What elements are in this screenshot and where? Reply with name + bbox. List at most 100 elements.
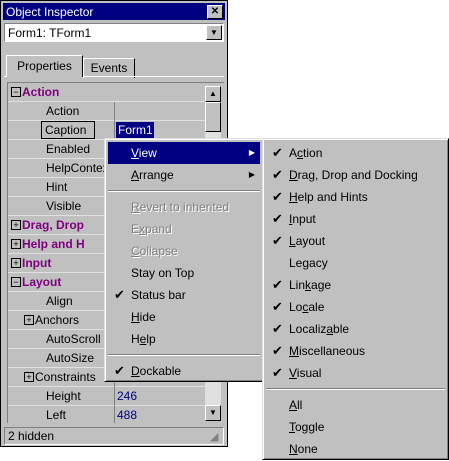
chevron-down-icon[interactable]: ▼	[206, 25, 222, 40]
submenu-arrow-icon: ▶	[248, 170, 255, 179]
check-icon: ✔	[272, 145, 283, 160]
window-title: Object Inspector	[6, 5, 94, 19]
menu-item-help[interactable]: Help	[108, 328, 260, 350]
view-item-drag-drop-and-docking[interactable]: ✔ Drag, Drop and Docking	[266, 164, 445, 186]
expand-icon[interactable]: +	[11, 219, 21, 230]
menu-item-status-bar[interactable]: ✔ Status bar	[108, 284, 260, 306]
category-row-action[interactable]: − Action	[8, 83, 206, 102]
view-item-linkage[interactable]: ✔ Linkage	[266, 274, 445, 296]
scroll-down-button[interactable]: ▼	[205, 405, 221, 421]
view-item-input[interactable]: ✔ Input	[266, 208, 445, 230]
menu-item-revert-to-inherited[interactable]: Revert to inherited	[108, 196, 260, 218]
menu-item-label: Stay on Top	[131, 266, 195, 280]
view-item-help-and-hints[interactable]: ✔ Help and Hints	[266, 186, 445, 208]
property-name: − Action	[11, 85, 59, 99]
submenu-arrow-icon: ▶	[248, 148, 255, 157]
property-name: Action	[46, 104, 80, 118]
view-item-label: None	[289, 442, 318, 456]
property-row-height[interactable]: Height 246	[8, 387, 206, 406]
view-item-layout[interactable]: ✔ Layout	[266, 230, 445, 252]
view-item-none[interactable]: None	[266, 438, 445, 460]
menu-separator	[108, 354, 260, 356]
property-name: + Help and H	[11, 237, 85, 251]
property-name: Visible	[46, 199, 82, 213]
view-item-label: Localizable	[289, 322, 350, 336]
caption-value-editor[interactable]: Form1	[116, 122, 154, 138]
check-icon: ✔	[272, 167, 283, 182]
menu-item-collapse[interactable]: Collapse	[108, 240, 260, 262]
view-item-localizable[interactable]: ✔ Localizable	[266, 318, 445, 340]
view-item-miscellaneous[interactable]: ✔ Miscellaneous	[266, 340, 445, 362]
check-icon: ✔	[272, 321, 283, 336]
property-name: Left	[46, 408, 67, 422]
property-name: Caption	[41, 121, 96, 139]
check-icon: ✔	[272, 365, 283, 380]
tab-events[interactable]: Events	[83, 58, 135, 78]
view-item-label: Input	[289, 212, 316, 226]
menu-item-label: Help	[131, 332, 156, 346]
property-value[interactable]: 488	[117, 408, 137, 422]
check-icon: ✔	[114, 287, 125, 302]
column-divider[interactable]	[114, 406, 115, 423]
component-selector-value: Form1: TForm1	[8, 26, 92, 40]
expand-icon[interactable]: +	[11, 238, 21, 249]
column-divider[interactable]	[114, 102, 115, 121]
menu-item-label: Collapse	[131, 244, 178, 258]
component-selector[interactable]: Form1: TForm1 ▼	[4, 23, 224, 42]
menu-item-label: Status bar	[131, 288, 186, 302]
view-item-legacy[interactable]: Legacy	[266, 252, 445, 274]
expand-icon[interactable]: +	[11, 257, 21, 268]
property-name: HelpContex	[46, 161, 109, 175]
expand-icon[interactable]: +	[24, 314, 34, 325]
property-name: − Layout	[11, 275, 61, 289]
view-item-locale[interactable]: ✔ Locale	[266, 296, 445, 318]
resize-grip-icon[interactable]: ◢	[210, 431, 222, 443]
menu-item-label: Dockable	[131, 364, 182, 378]
property-value[interactable]: 246	[117, 389, 137, 403]
check-icon: ✔	[272, 277, 283, 292]
view-item-label: Help and Hints	[289, 190, 368, 204]
close-icon[interactable]: ✕	[207, 5, 223, 19]
menu-item-arrange[interactable]: Arrange ▶	[108, 164, 260, 186]
property-name: Align	[46, 294, 73, 308]
scroll-thumb[interactable]	[205, 102, 221, 132]
collapse-icon[interactable]: −	[11, 86, 21, 97]
view-item-label: Linkage	[289, 278, 332, 292]
view-item-toggle[interactable]: Toggle	[266, 416, 445, 438]
check-icon: ✔	[272, 299, 283, 314]
menu-item-label: View	[131, 146, 157, 160]
view-item-label: All	[289, 398, 303, 412]
view-item-label: Toggle	[289, 420, 325, 434]
menu-item-dockable[interactable]: ✔ Dockable	[108, 360, 260, 382]
property-name: + Drag, Drop	[11, 218, 84, 232]
menu-item-stay-on-top[interactable]: Stay on Top	[108, 262, 260, 284]
view-item-label: Locale	[289, 300, 325, 314]
context-menu: View ▶ Arrange ▶ Revert to inherited Expand Co…	[104, 138, 264, 382]
view-item-visual[interactable]: ✔ Visual	[266, 362, 445, 384]
view-item-action[interactable]: ✔ Action	[266, 142, 445, 164]
menu-item-view[interactable]: View ▶	[108, 142, 260, 164]
menu-item-expand[interactable]: Expand	[108, 218, 260, 240]
property-name: Height	[46, 389, 81, 403]
menu-item-label: Hide	[131, 310, 156, 324]
property-name: AutoScroll	[46, 332, 101, 346]
property-row-action[interactable]: Action	[8, 102, 206, 121]
check-icon: ✔	[272, 189, 283, 204]
expand-icon[interactable]: +	[24, 371, 34, 382]
scroll-up-button[interactable]: ▲	[205, 86, 221, 102]
title-bar[interactable]: Object Inspector ✕	[3, 3, 225, 20]
column-divider[interactable]	[114, 387, 115, 406]
view-item-label: Visual	[289, 366, 322, 380]
tab-properties[interactable]: Properties	[6, 55, 83, 77]
check-icon: ✔	[272, 233, 283, 248]
property-name: + Constraints	[24, 370, 96, 384]
view-submenu: ✔ Action ✔ Drag, Drop and Docking ✔ Help and …	[262, 138, 449, 460]
menu-item-label: Revert to inherited	[131, 200, 230, 214]
view-item-all[interactable]: All	[266, 394, 445, 416]
menu-item-label: Expand	[131, 222, 172, 236]
status-text: 2 hidden	[8, 429, 55, 443]
menu-item-hide[interactable]: Hide	[108, 306, 260, 328]
collapse-icon[interactable]: −	[11, 276, 21, 287]
menu-separator	[266, 388, 445, 390]
property-row-left[interactable]: Left 488	[8, 406, 206, 423]
